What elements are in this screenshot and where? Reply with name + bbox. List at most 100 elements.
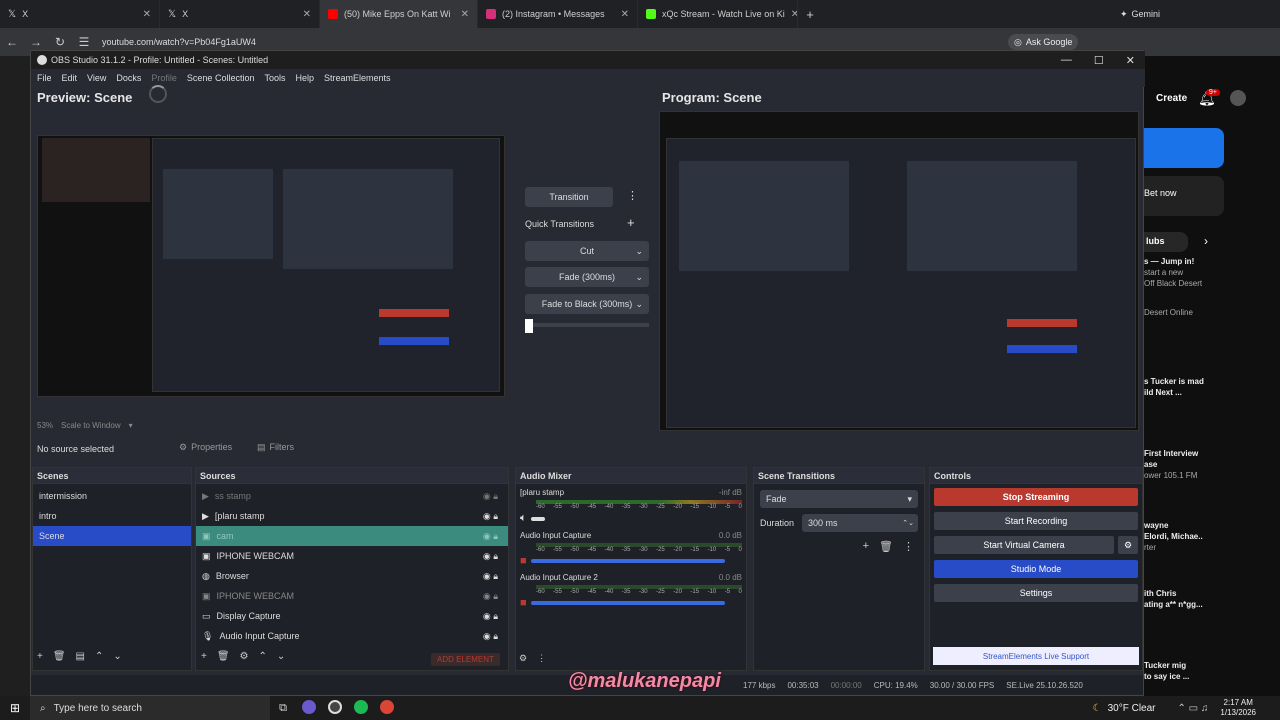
arrow-down-icon[interactable]: ⌄ xyxy=(277,651,285,662)
video-item[interactable]: s Tucker is mad ild Next ... xyxy=(1144,376,1224,398)
source-item[interactable]: ▣ IPHONE WEBCAM ◉ 🔒︎ xyxy=(196,546,508,566)
menu-scene-collection[interactable]: Scene Collection xyxy=(187,73,255,83)
tab-instagram[interactable]: (2) Instagram • Messages ✕ xyxy=(478,0,638,28)
url-field[interactable]: youtube.com/watch?v=Pb04Fg1aUW4 xyxy=(102,37,256,47)
studio-mode-button[interactable]: Studio Mode xyxy=(934,560,1138,578)
eye-icon[interactable]: ◉ 🔒︎ xyxy=(483,611,498,622)
video-item[interactable]: First Interview ase ower 105.1 FM xyxy=(1144,448,1224,481)
chrome-icon[interactable] xyxy=(374,699,400,717)
source-item[interactable]: ▭ Display Capture ◉ 🔒︎ xyxy=(196,606,508,626)
tray-icons[interactable]: ⌃ ▭ ♫ xyxy=(1178,703,1209,714)
close-icon[interactable]: ✕ xyxy=(143,9,151,20)
quick-transition-fade-black[interactable]: Fade to Black (300ms) ⌄ xyxy=(525,294,649,314)
source-item[interactable]: 🎙︎ Audio Input Capture ◉ 🔒︎ xyxy=(196,626,508,646)
eye-icon[interactable]: ◉ 🔒︎ xyxy=(483,511,498,522)
kebab-menu-icon[interactable]: ⋮ xyxy=(903,540,914,553)
source-item-selected[interactable]: ▣ cam ◉ 🔒︎ xyxy=(196,526,508,546)
obs-app-icon[interactable] xyxy=(322,699,348,717)
transition-select[interactable]: Fade ▾ xyxy=(760,490,918,508)
volume-slider[interactable] xyxy=(530,516,545,521)
forward-icon[interactable]: → xyxy=(24,35,48,49)
properties-button[interactable]: ⚙ Properties xyxy=(179,442,232,453)
menu-docks[interactable]: Docks xyxy=(116,73,141,83)
arrow-down-icon[interactable]: ⌄ xyxy=(113,651,121,662)
video-item[interactable]: Tucker mig to say ice ... xyxy=(1144,660,1224,682)
gemini-button[interactable]: ✦ Gemini xyxy=(1120,9,1280,20)
ask-google-button[interactable]: ◎ Ask Google xyxy=(1008,34,1079,50)
mute-icon[interactable]: ■ xyxy=(520,597,527,609)
close-icon[interactable]: ✕ xyxy=(791,9,797,20)
add-icon[interactable]: + xyxy=(201,651,207,662)
source-item[interactable]: ▶ [plaru stamp ◉ 🔒︎ xyxy=(196,506,508,526)
app-icon[interactable] xyxy=(296,699,322,717)
quick-transition-fade[interactable]: Fade (300ms) ⌄ xyxy=(525,267,649,287)
add-icon[interactable]: + xyxy=(863,540,869,553)
eye-icon[interactable]: ◉ 🔒︎ xyxy=(483,631,498,642)
back-icon[interactable]: ← xyxy=(0,35,24,49)
tab-youtube[interactable]: (50) Mike Epps On Katt Wi ✕ xyxy=(320,0,478,28)
kebab-menu-icon[interactable]: ⋮ xyxy=(627,189,638,202)
maximize-icon[interactable]: ☐ xyxy=(1094,54,1104,67)
source-item[interactable]: ▶ ss stamp ◉ 🔒︎ xyxy=(196,486,508,506)
kebab-menu-icon[interactable]: ⋮ xyxy=(537,653,546,664)
trash-icon[interactable]: 🗑︎ xyxy=(879,540,893,553)
chevron-right-icon[interactable]: › xyxy=(1204,234,1208,248)
close-icon[interactable]: ✕ xyxy=(461,9,469,20)
volume-slider[interactable] xyxy=(530,559,725,563)
avatar[interactable] xyxy=(1230,90,1246,106)
windows-start-icon[interactable]: ⊞ xyxy=(0,701,30,715)
scene-item[interactable]: intro xyxy=(33,506,191,526)
add-element-button[interactable]: ADD ELEMENT xyxy=(431,653,500,666)
menu-file[interactable]: File xyxy=(37,73,52,83)
chevron-down-icon[interactable]: ▾ xyxy=(129,421,133,430)
close-icon[interactable]: ✕ xyxy=(303,9,311,20)
add-icon[interactable]: + xyxy=(37,651,43,662)
speaker-icon[interactable]: 🔈︎ xyxy=(520,512,527,525)
promo-card[interactable] xyxy=(1144,128,1224,168)
duration-field[interactable]: 300 ms ⌃⌄ xyxy=(802,514,918,532)
taskbar-search[interactable]: ⌕ Type here to search xyxy=(30,696,270,720)
start-virtual-camera-button[interactable]: Start Virtual Camera xyxy=(934,536,1114,554)
source-item[interactable]: ◍ Browser ◉ 🔒︎ xyxy=(196,566,508,586)
close-icon[interactable]: ✕ xyxy=(621,9,629,20)
scale-select[interactable]: Scale to Window xyxy=(61,421,121,430)
tab-x-1[interactable]: 𝕏 X ✕ xyxy=(0,0,160,28)
clubs-chip[interactable]: lubs xyxy=(1144,232,1188,252)
transition-slider-track[interactable] xyxy=(529,323,649,327)
stop-streaming-button[interactable]: Stop Streaming xyxy=(934,488,1138,506)
reload-icon[interactable]: ↻ xyxy=(48,35,72,49)
filters-button[interactable]: ▤ Filters xyxy=(257,442,294,453)
menu-profile[interactable]: Profile xyxy=(151,73,177,83)
bet-now-button[interactable]: Bet now xyxy=(1144,176,1224,216)
eye-icon[interactable]: ◉ 🔒︎ xyxy=(483,571,498,582)
tab-x-2[interactable]: 𝕏 X ✕ xyxy=(160,0,320,28)
add-icon[interactable]: + xyxy=(627,215,635,230)
create-button[interactable]: Create xyxy=(1156,93,1187,104)
eye-icon[interactable]: ◉ 🔒︎ xyxy=(483,491,498,502)
video-item[interactable]: Desert Online xyxy=(1144,308,1193,317)
new-tab-button[interactable]: + xyxy=(798,7,822,22)
source-item[interactable]: ▣ IPHONE WEBCAM ◉ 🔒︎ xyxy=(196,586,508,606)
se-live-support-button[interactable]: StreamElements Live Support xyxy=(933,647,1139,665)
menu-tools[interactable]: Tools xyxy=(264,73,285,83)
site-info-icon[interactable]: ☰ xyxy=(72,35,96,49)
spin-icon[interactable]: ⌃⌄ xyxy=(902,519,914,527)
menu-edit[interactable]: Edit xyxy=(62,73,78,83)
menu-help[interactable]: Help xyxy=(295,73,314,83)
transition-button[interactable]: Transition xyxy=(525,187,613,207)
spotify-icon[interactable] xyxy=(348,699,374,717)
eye-icon[interactable]: ◉ 🔒︎ xyxy=(483,591,498,602)
transition-slider-handle[interactable] xyxy=(525,319,533,333)
menu-view[interactable]: View xyxy=(87,73,106,83)
close-icon[interactable]: ✕ xyxy=(1126,54,1135,67)
video-item[interactable]: wayne Elordi, Michae.. rter xyxy=(1144,520,1224,553)
volume-slider[interactable] xyxy=(530,601,725,605)
eye-icon[interactable]: ◉ 🔒︎ xyxy=(483,531,498,542)
video-item[interactable]: s — Jump in! start a new Off Black Desert xyxy=(1144,256,1224,289)
gear-icon[interactable]: ⚙ xyxy=(519,653,527,664)
gear-icon[interactable]: ⚙ xyxy=(1118,536,1138,554)
minimize-icon[interactable]: — xyxy=(1061,54,1072,67)
preview-canvas[interactable] xyxy=(37,135,505,397)
arrow-up-icon[interactable]: ⌃ xyxy=(259,651,267,662)
tab-kick[interactable]: xQc Stream - Watch Live on Ki✕ xyxy=(638,0,798,28)
